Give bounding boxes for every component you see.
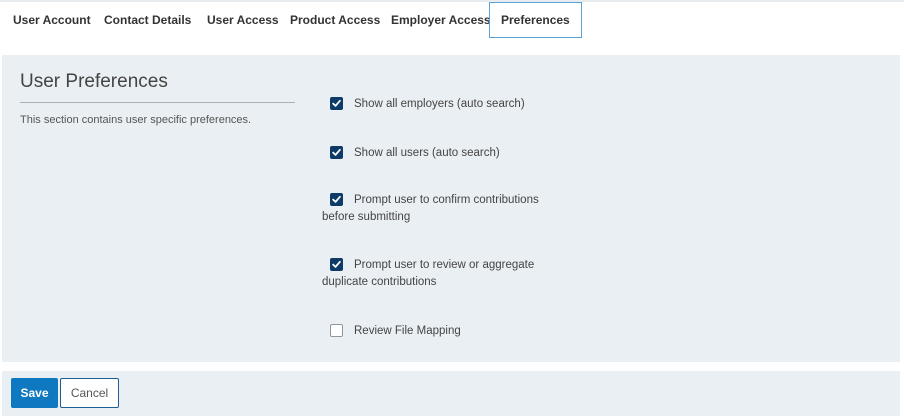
checkmark-icon	[332, 195, 341, 203]
form-footer: Save Cancel	[2, 371, 900, 416]
review-duplicates-checkbox[interactable]	[330, 258, 343, 271]
tab-contact-details[interactable]: Contact Details	[104, 2, 191, 38]
preference-show-all-users: Show all users (auto search)	[322, 145, 562, 162]
show-all-employers-label[interactable]: Show all employers (auto search)	[354, 98, 525, 110]
checkmark-icon	[332, 99, 341, 107]
tab-preferences[interactable]: Preferences	[489, 2, 582, 38]
review-file-mapping-checkbox[interactable]	[330, 324, 343, 337]
tab-product-access[interactable]: Product Access	[290, 2, 380, 38]
show-all-users-label[interactable]: Show all users (auto search)	[354, 147, 500, 159]
show-all-employers-checkbox[interactable]	[330, 97, 343, 110]
show-all-users-checkbox[interactable]	[330, 146, 343, 159]
checkmark-icon	[332, 260, 341, 268]
cancel-button[interactable]: Cancel	[60, 378, 119, 408]
save-button[interactable]: Save	[11, 378, 58, 408]
confirm-contributions-label[interactable]: Prompt user to confirm contributions bef…	[322, 194, 539, 223]
tab-user-access[interactable]: User Access	[207, 2, 279, 38]
review-file-mapping-label[interactable]: Review File Mapping	[354, 325, 461, 337]
tab-bar: User Account Contact Details User Access…	[0, 2, 904, 40]
checkmark-icon	[332, 148, 341, 156]
preference-show-all-employers: Show all employers (auto search)	[322, 96, 562, 113]
section-title: User Preferences	[20, 71, 168, 92]
section-description: This section contains user specific pref…	[20, 114, 252, 126]
tab-user-account[interactable]: User Account	[13, 2, 91, 38]
title-divider	[20, 102, 295, 103]
preference-confirm-contributions: Prompt user to confirm contributions bef…	[322, 192, 562, 226]
preferences-panel: User Preferences This section contains u…	[2, 55, 900, 362]
preference-review-duplicates: Prompt user to review or aggregate dupli…	[322, 257, 562, 291]
preference-review-file-mapping: Review File Mapping	[322, 323, 562, 340]
review-duplicates-label[interactable]: Prompt user to review or aggregate dupli…	[322, 259, 534, 288]
tab-employer-access[interactable]: Employer Access	[391, 2, 491, 38]
confirm-contributions-checkbox[interactable]	[330, 193, 343, 206]
